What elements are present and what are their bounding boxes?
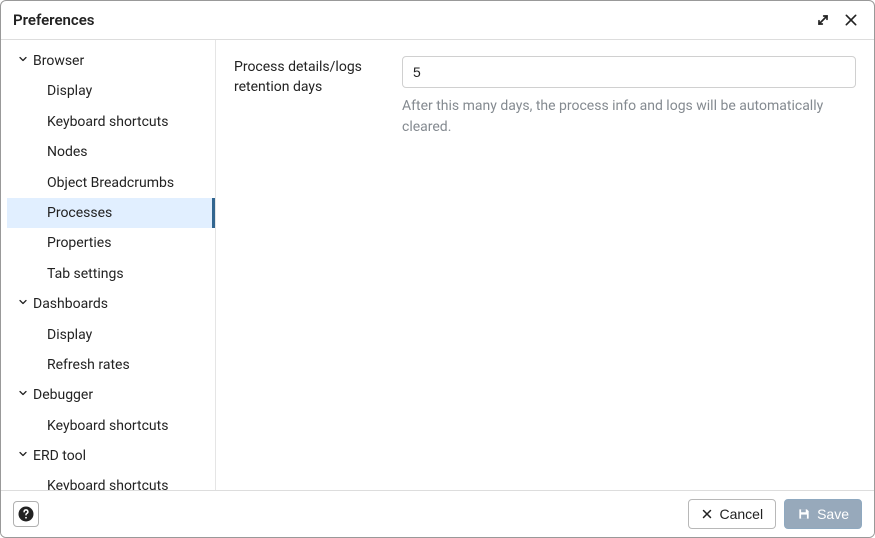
- tree-parent-label: ERD tool: [33, 445, 86, 467]
- dialog-title: Preferences: [13, 11, 806, 29]
- tree-parent-label: Dashboards: [33, 293, 108, 315]
- save-label: Save: [817, 506, 849, 522]
- tree-parent-label: Browser: [33, 50, 84, 72]
- tree-child[interactable]: Processes: [7, 198, 215, 228]
- field-label: Process details/logs retention days: [234, 56, 384, 97]
- dialog-footer: Cancel Save: [1, 490, 874, 537]
- preferences-dialog: Preferences BrowserDisplayKeyboard short…: [0, 0, 875, 538]
- chevron-down-icon: [17, 293, 33, 315]
- tree-child[interactable]: Display: [7, 320, 215, 350]
- dialog-header: Preferences: [1, 1, 874, 40]
- tree-parent[interactable]: Debugger: [7, 380, 215, 410]
- tree-child[interactable]: Properties: [7, 228, 215, 258]
- save-icon: [797, 507, 811, 521]
- tree-parent[interactable]: Browser: [7, 46, 215, 76]
- tree-child[interactable]: Display: [7, 76, 215, 106]
- tree-parent[interactable]: ERD tool: [7, 441, 215, 471]
- tree-parent-label: Debugger: [33, 384, 93, 406]
- tree-child[interactable]: Nodes: [7, 137, 215, 167]
- cancel-button[interactable]: Cancel: [688, 499, 776, 529]
- tree-group: ERD toolKeyboard shortcutsOptions: [7, 441, 215, 490]
- chevron-down-icon: [17, 384, 33, 406]
- chevron-down-icon: [17, 445, 33, 467]
- retention-days-row: Process details/logs retention days Afte…: [234, 56, 856, 138]
- tree-child[interactable]: Keyboard shortcuts: [7, 107, 215, 137]
- tree-child[interactable]: Refresh rates: [7, 350, 215, 380]
- help-button[interactable]: [13, 501, 39, 527]
- maximize-icon[interactable]: [812, 9, 834, 31]
- x-icon: [701, 508, 713, 520]
- tree-child[interactable]: Tab settings: [7, 259, 215, 289]
- dialog-body: BrowserDisplayKeyboard shortcutsNodesObj…: [1, 40, 874, 490]
- field-control: After this many days, the process info a…: [402, 56, 856, 138]
- help-text: After this many days, the process info a…: [402, 96, 856, 138]
- tree-child[interactable]: Keyboard shortcuts: [7, 471, 215, 490]
- tree-group: Browser DisplayKeyboard shortcutsNodesObj…: [7, 46, 215, 289]
- tree-group: Debugger Keyboard shortcuts: [7, 380, 215, 441]
- tree-child[interactable]: Keyboard shortcuts: [7, 411, 215, 441]
- close-icon[interactable]: [840, 9, 862, 31]
- save-button[interactable]: Save: [784, 499, 862, 529]
- tree-group: Dashboards DisplayRefresh rates: [7, 289, 215, 380]
- tree-parent[interactable]: Dashboards: [7, 289, 215, 319]
- chevron-down-icon: [17, 50, 33, 72]
- retention-days-input[interactable]: [402, 56, 856, 88]
- tree-child[interactable]: Object Breadcrumbs: [7, 168, 215, 198]
- cancel-label: Cancel: [719, 506, 763, 522]
- preferences-content: Process details/logs retention days Afte…: [216, 40, 874, 490]
- preferences-tree[interactable]: BrowserDisplayKeyboard shortcutsNodesObj…: [1, 40, 216, 490]
